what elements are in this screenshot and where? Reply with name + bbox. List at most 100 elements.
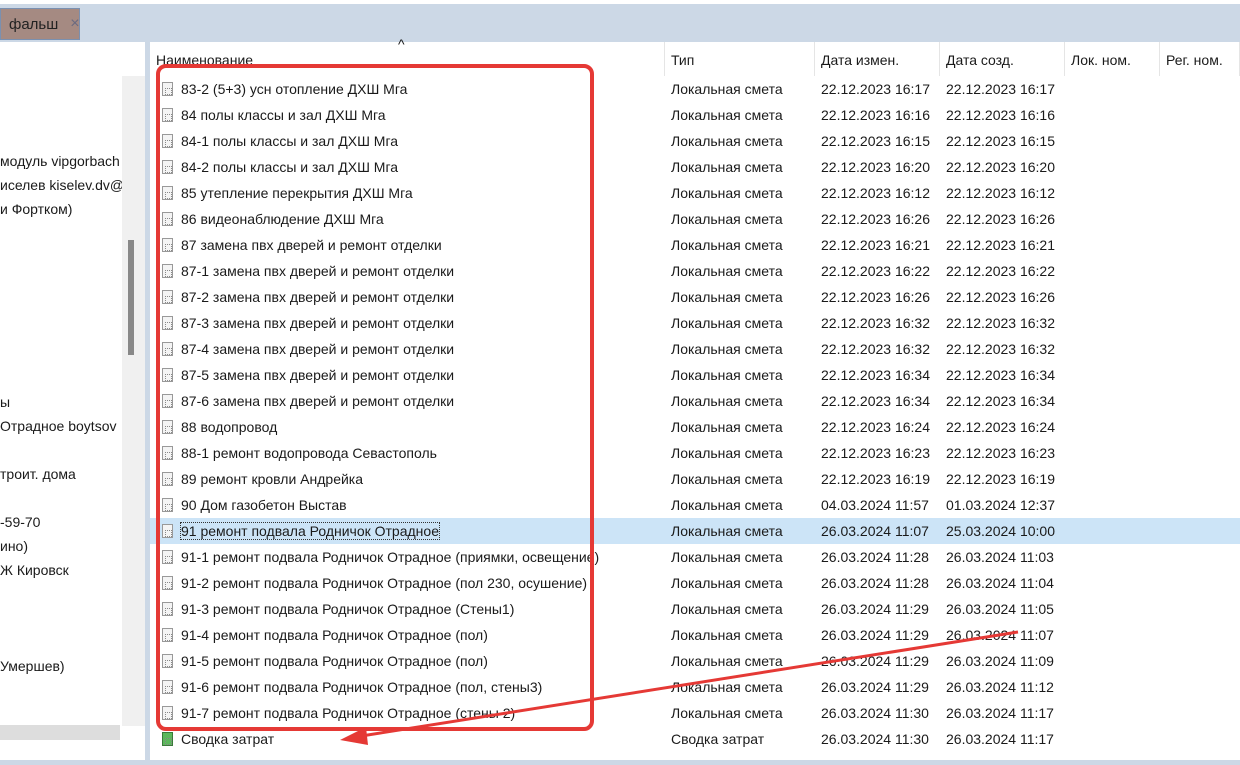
- name-cell: 86 видеонаблюдение ДХШ Мга: [156, 206, 384, 232]
- type-cell: Локальная смета: [671, 393, 783, 409]
- created-cell: 26.03.2024 11:09: [946, 653, 1054, 669]
- estimate-file-icon: [162, 420, 173, 434]
- row-name: 84-1 полы классы и зал ДХШ Мга: [181, 133, 399, 149]
- name-cell: 91-7 ремонт подвала Родничок Отрадное (с…: [156, 700, 515, 726]
- name-cell: 91 ремонт подвала Родничок Отрадное: [156, 518, 440, 544]
- row-name: 91-2 ремонт подвала Родничок Отрадное (п…: [181, 575, 588, 591]
- table-row[interactable]: 90 Дом газобетон Выстав Локальная смета 04…: [150, 492, 1240, 518]
- table-row[interactable]: Сводка затрат Сводка затрат 26.03.2024 11:…: [150, 726, 1240, 752]
- table-row[interactable]: 87 замена пвх дверей и ремонт отделки Лок…: [150, 232, 1240, 258]
- name-cell: 87-1 замена пвх дверей и ремонт отделки: [156, 258, 454, 284]
- row-name: 83-2 (5+3) усн отопление ДХШ Мга: [181, 81, 408, 97]
- table-row[interactable]: 89 ремонт кровли Андрейка Локальная смета…: [150, 466, 1240, 492]
- table-row[interactable]: 83-2 (5+3) усн отопление ДХШ Мга Локальна…: [150, 76, 1240, 102]
- row-name: 91 ремонт подвала Родничок Отрадное: [180, 522, 440, 540]
- table-row[interactable]: 91-3 ремонт подвала Родничок Отрадное (С…: [150, 596, 1240, 622]
- name-cell: 84-1 полы классы и зал ДХШ Мга: [156, 128, 398, 154]
- file-list: Наименование Тип Дата измен. Дата созд. Лок.…: [150, 36, 1240, 760]
- modified-cell: 22.12.2023 16:15: [821, 133, 930, 149]
- row-name: 91-6 ремонт подвала Родничок Отрадное (п…: [181, 679, 543, 695]
- estimate-file-icon: [162, 290, 173, 304]
- tab-bar: фальш ×: [0, 0, 1240, 42]
- tab-label: фальш: [9, 15, 59, 33]
- modified-cell: 22.12.2023 16:32: [821, 341, 930, 357]
- type-cell: Локальная смета: [671, 341, 783, 357]
- table-row[interactable]: 84-1 полы классы и зал ДХШ Мга Локальная …: [150, 128, 1240, 154]
- estimate-file-icon: [162, 82, 173, 96]
- row-name: 90 Дом газобетон Выстав: [181, 497, 347, 513]
- name-cell: 87-5 замена пвх дверей и ремонт отделки: [156, 362, 454, 388]
- modified-cell: 26.03.2024 11:28: [821, 575, 929, 591]
- created-cell: 22.12.2023 16:34: [946, 367, 1055, 383]
- name-cell: 87-2 замена пвх дверей и ремонт отделки: [156, 284, 454, 310]
- table-row[interactable]: 87-4 замена пвх дверей и ремонт отделки Л…: [150, 336, 1240, 362]
- table-row[interactable]: 91-5 ремонт подвала Родничок Отрадное (п…: [150, 648, 1240, 674]
- name-cell: 87-4 замена пвх дверей и ремонт отделки: [156, 336, 454, 362]
- column-header[interactable]: Рег. ном.: [1160, 42, 1240, 76]
- created-cell: 22.12.2023 16:20: [946, 159, 1055, 175]
- tab-falsh[interactable]: фальш ×: [0, 8, 80, 40]
- created-cell: 22.12.2023 16:34: [946, 393, 1055, 409]
- row-name: 88-1 ремонт водопровода Севастополь: [181, 445, 437, 461]
- modified-cell: 22.12.2023 16:23: [821, 445, 930, 461]
- tree-item[interactable]: Отрадное boytsov: [0, 418, 116, 434]
- tree-item[interactable]: Ж Кировск: [0, 562, 69, 578]
- estimate-file-icon: [162, 680, 173, 694]
- close-icon[interactable]: ×: [70, 15, 79, 33]
- modified-cell: 26.03.2024 11:29: [821, 627, 929, 643]
- column-header[interactable]: Тип: [665, 42, 815, 76]
- table-row[interactable]: 87-5 замена пвх дверей и ремонт отделки Л…: [150, 362, 1240, 388]
- name-cell: Сводка затрат: [156, 726, 274, 752]
- tree-item[interactable]: троит. дома: [0, 466, 76, 482]
- table-row[interactable]: 87-6 замена пвх дверей и ремонт отделки Л…: [150, 388, 1240, 414]
- table-row[interactable]: 85 утепление перекрытия ДХШ Мга Локальная…: [150, 180, 1240, 206]
- estimate-file-icon: [162, 212, 173, 226]
- type-cell: Локальная смета: [671, 679, 783, 695]
- modified-cell: 04.03.2024 11:57: [821, 497, 929, 513]
- table-row[interactable]: 84-2 полы классы и зал ДХШ Мга Локальная …: [150, 154, 1240, 180]
- table-row[interactable]: 91-6 ремонт подвала Родничок Отрадное (п…: [150, 674, 1240, 700]
- table-row[interactable]: 91-1 ремонт подвала Родничок Отрадное (п…: [150, 544, 1240, 570]
- table-row[interactable]: 88-1 ремонт водопровода Севастополь Локал…: [150, 440, 1240, 466]
- column-header[interactable]: Дата созд.: [940, 42, 1065, 76]
- table-row[interactable]: 87-2 замена пвх дверей и ремонт отделки Л…: [150, 284, 1240, 310]
- table-row[interactable]: 87-3 замена пвх дверей и ремонт отделки Л…: [150, 310, 1240, 336]
- tree-vertical-scrollbar[interactable]: [122, 76, 145, 726]
- tree-item[interactable]: и Фортком): [0, 201, 72, 217]
- tree-item[interactable]: модуль vipgorbach: [0, 153, 120, 169]
- tree-item[interactable]: ы: [0, 394, 10, 410]
- name-cell: 90 Дом газобетон Выстав: [156, 492, 347, 518]
- table-row[interactable]: 91-4 ремонт подвала Родничок Отрадное (п…: [150, 622, 1240, 648]
- table-row[interactable]: 88 водопровод Локальная смета 22.12.2023 1…: [150, 414, 1240, 440]
- table-row[interactable]: 91-7 ремонт подвала Родничок Отрадное (с…: [150, 700, 1240, 726]
- name-cell: 87-6 замена пвх дверей и ремонт отделки: [156, 388, 454, 414]
- column-header[interactable]: Дата измен.: [815, 42, 940, 76]
- table-row[interactable]: 87-1 замена пвх дверей и ремонт отделки Л…: [150, 258, 1240, 284]
- estimate-file-icon: [162, 654, 173, 668]
- tree-item[interactable]: ино): [0, 538, 28, 554]
- name-cell: 91-3 ремонт подвала Родничок Отрадное (С…: [156, 596, 514, 622]
- table-row[interactable]: 84 полы классы и зал ДХШ Мга Локальная см…: [150, 102, 1240, 128]
- estimate-file-icon: [162, 446, 173, 460]
- created-cell: 22.12.2023 16:17: [946, 81, 1055, 97]
- estimate-file-icon: [162, 394, 173, 408]
- table-row[interactable]: 91 ремонт подвала Родничок Отрадное Локал…: [150, 518, 1240, 544]
- estimate-file-icon: [162, 186, 173, 200]
- modified-cell: 26.03.2024 11:07: [821, 523, 929, 539]
- tree-scrollbar-thumb[interactable]: [128, 240, 134, 355]
- folder-tree[interactable]: модуль vipgorbach иселев kiselev.dv@ и Фор…: [0, 42, 122, 742]
- tree-horizontal-scrollbar[interactable]: [0, 725, 120, 740]
- column-header[interactable]: Лок. ном.: [1065, 42, 1160, 76]
- tree-item[interactable]: Умершев): [0, 658, 65, 674]
- column-header[interactable]: Наименование: [150, 42, 665, 76]
- created-cell: 26.03.2024 11:03: [946, 549, 1054, 565]
- table-row[interactable]: 86 видеонаблюдение ДХШ Мга Локальная смет…: [150, 206, 1240, 232]
- name-cell: 83-2 (5+3) усн отопление ДХШ Мга: [156, 76, 407, 102]
- type-cell: Локальная смета: [671, 549, 783, 565]
- created-cell: 22.12.2023 16:12: [946, 185, 1055, 201]
- modified-cell: 22.12.2023 16:34: [821, 393, 930, 409]
- tree-item[interactable]: иселев kiselev.dv@: [0, 177, 122, 193]
- created-cell: 22.12.2023 16:23: [946, 445, 1055, 461]
- tree-item[interactable]: -59-70: [0, 514, 40, 530]
- table-row[interactable]: 91-2 ремонт подвала Родничок Отрадное (п…: [150, 570, 1240, 596]
